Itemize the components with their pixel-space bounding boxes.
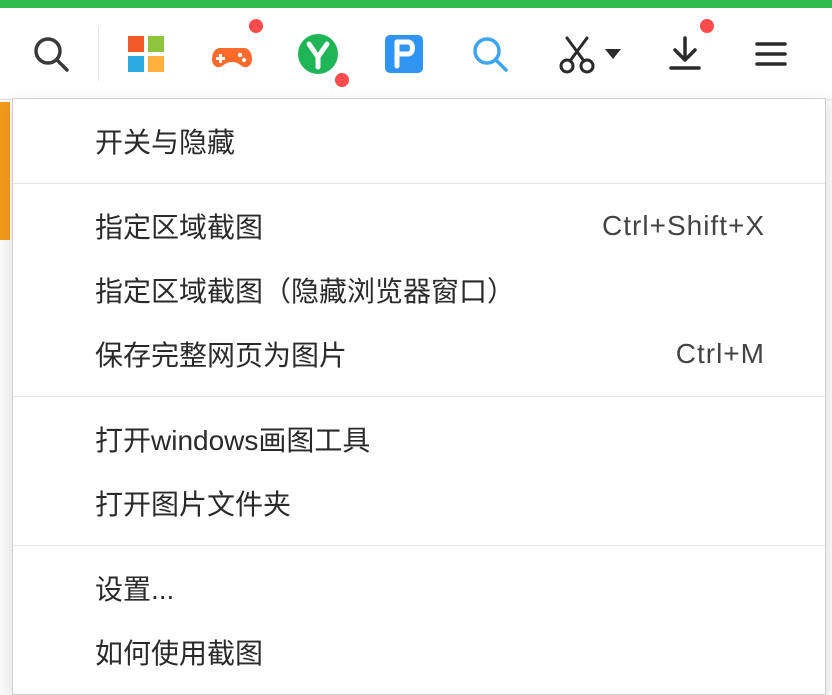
game-controller-icon: [210, 32, 254, 76]
y-circle-icon: [296, 32, 340, 76]
menu-item-label: 如何使用截图: [95, 632, 263, 672]
menu-item-label: 开关与隐藏: [95, 121, 235, 161]
menu-item-label: 保存完整网页为图片: [95, 334, 347, 374]
menu-item-label: 指定区域截图（隐藏浏览器窗口）: [95, 270, 515, 310]
menu-item-label: 打开windows画图工具: [95, 419, 370, 459]
menu-shortcut: Ctrl+M: [676, 338, 765, 370]
menu-item-open-folder[interactable]: 打开图片文件夹: [13, 471, 825, 535]
screenshot-dropdown-menu: 开关与隐藏 指定区域截图 Ctrl+Shift+X 指定区域截图（隐藏浏览器窗口…: [12, 98, 826, 695]
menu-group-2: 指定区域截图 Ctrl+Shift+X 指定区域截图（隐藏浏览器窗口） 保存完整…: [13, 184, 825, 397]
y-app-button[interactable]: [277, 13, 359, 95]
menu-item-capture-area[interactable]: 指定区域截图 Ctrl+Shift+X: [13, 194, 825, 258]
menu-item-settings[interactable]: 设置...: [13, 556, 825, 620]
red-badge-icon: [335, 73, 349, 87]
menu-item-open-paint[interactable]: 打开windows画图工具: [13, 407, 825, 471]
menu-item-save-full-page[interactable]: 保存完整网页为图片 Ctrl+M: [13, 322, 825, 386]
apps-grid-icon: [124, 32, 168, 76]
window-top-bar: [0, 0, 832, 8]
menu-icon: [749, 32, 793, 76]
search-icon: [31, 34, 71, 74]
apps-button[interactable]: [105, 13, 187, 95]
toolbar-divider: [98, 26, 99, 81]
menu-group-1: 开关与隐藏: [13, 99, 825, 184]
menu-item-how-to[interactable]: 如何使用截图: [13, 620, 825, 684]
magnify-button[interactable]: [449, 13, 531, 95]
download-icon: [663, 32, 707, 76]
menu-group-4: 设置... 如何使用截图: [13, 546, 825, 694]
menu-item-capture-area-hidden[interactable]: 指定区域截图（隐藏浏览器窗口）: [13, 258, 825, 322]
games-button[interactable]: [191, 13, 273, 95]
orange-side-strip: [0, 102, 10, 240]
menu-item-toggle-hide[interactable]: 开关与隐藏: [13, 109, 825, 173]
red-badge-icon: [249, 19, 263, 33]
menu-shortcut: Ctrl+Shift+X: [602, 210, 765, 242]
p-app-button[interactable]: [363, 13, 445, 95]
menu-item-label: 设置...: [95, 568, 174, 608]
menu-item-label: 指定区域截图: [95, 206, 263, 246]
menu-button[interactable]: [730, 13, 812, 95]
scissors-dropdown-button[interactable]: [535, 13, 640, 95]
chevron-down-icon: [605, 49, 621, 59]
red-badge-icon: [700, 19, 714, 33]
scissors-icon: [555, 32, 599, 76]
search-button[interactable]: [10, 13, 92, 95]
p-square-icon: [382, 32, 426, 76]
download-button[interactable]: [644, 13, 726, 95]
menu-group-3: 打开windows画图工具 打开图片文件夹: [13, 397, 825, 546]
toolbar: [0, 8, 832, 100]
menu-item-label: 打开图片文件夹: [95, 483, 291, 523]
magnify-icon: [470, 34, 510, 74]
